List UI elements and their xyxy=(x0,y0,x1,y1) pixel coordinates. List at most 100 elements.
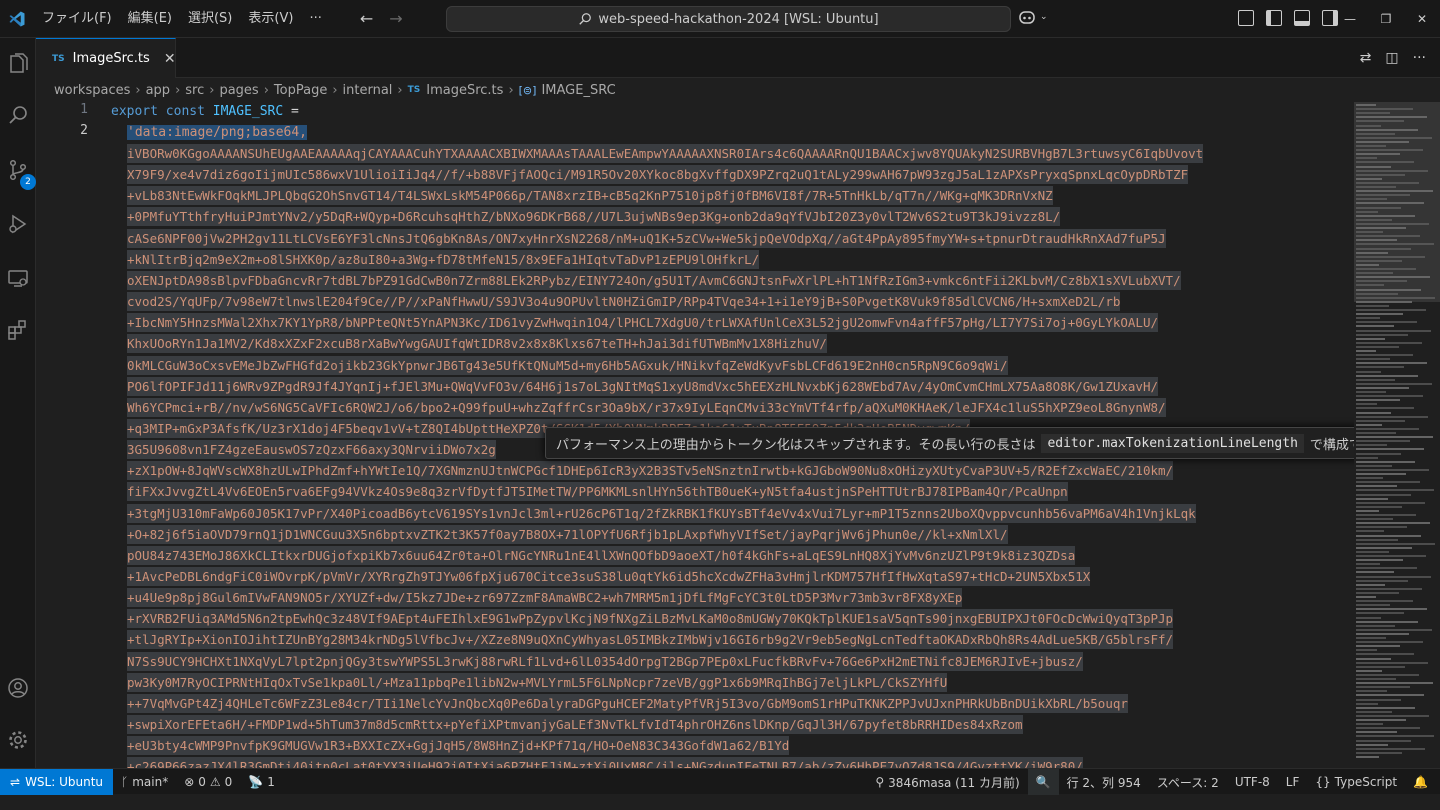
wrapped-data-line: oXENJptDA98sBlpvFDbaGncvRr7tdBL7bPZ91GdC… xyxy=(127,270,1181,290)
breadcrumb-file[interactable]: ImageSrc.ts xyxy=(426,83,503,98)
breadcrumb-symbol[interactable]: IMAGE_SRC xyxy=(541,83,615,98)
wrapped-data-line: PO6lfOPIFJd11j6WRv9ZPgdR9Jf4JYqnIj+fJEl3… xyxy=(127,376,1159,396)
compare-changes-icon[interactable]: ⇄ xyxy=(1360,50,1372,66)
language-mode[interactable]: {} TypeScript xyxy=(1307,769,1405,795)
menu-selection[interactable]: 選択(S) xyxy=(180,0,240,38)
menu-view[interactable]: 表示(V) xyxy=(240,0,301,38)
minimap-line xyxy=(1356,161,1414,164)
code-editor[interactable]: 1 2 export const IMAGE_SRC = 'data:image… xyxy=(36,102,1354,768)
zoom-icon: 🔍 xyxy=(1035,775,1051,789)
cursor-position[interactable]: 行 2、列 954 xyxy=(1059,769,1149,795)
minimap-line xyxy=(1356,325,1394,328)
minimap-line xyxy=(1356,157,1377,160)
minimap-line xyxy=(1356,427,1419,430)
menu-more[interactable]: ··· xyxy=(301,0,329,38)
menu-edit[interactable]: 編集(E) xyxy=(120,0,180,38)
toggle-primary-sidebar-icon[interactable] xyxy=(1266,10,1282,26)
breadcrumb-item[interactable]: src xyxy=(185,83,204,98)
minimap-line xyxy=(1356,645,1400,648)
remote-indicator[interactable]: ⇌ WSL: Ubuntu xyxy=(0,768,114,795)
minimap-line xyxy=(1356,206,1401,209)
chevron-right-icon: › xyxy=(508,82,514,98)
breadcrumb-item[interactable]: TopPage xyxy=(274,83,327,98)
title-bar: ファイル(F) 編集(E) 選択(S) 表示(V) ··· ← → web-sp… xyxy=(0,0,1440,38)
breadcrumb-item[interactable]: app xyxy=(146,83,170,98)
minimize-icon[interactable]: — xyxy=(1332,0,1368,38)
warning-count: 0 xyxy=(224,774,233,789)
encoding[interactable]: UTF-8 xyxy=(1227,769,1278,795)
problems-indicator[interactable]: ⊗ 0 ⚠ 0 xyxy=(176,769,240,795)
git-branch-icon: ᚴ xyxy=(121,774,129,789)
toggle-panel-icon[interactable] xyxy=(1294,10,1310,26)
minimap-line xyxy=(1356,136,1432,139)
nav-arrows: ← → xyxy=(360,9,403,28)
minimap-line xyxy=(1356,719,1406,721)
minimap[interactable] xyxy=(1354,102,1440,768)
ports-count: 1 xyxy=(267,774,275,789)
code-line-1: export const IMAGE_SRC = xyxy=(111,102,299,121)
minimap-line xyxy=(1356,591,1399,594)
minimap-line xyxy=(1356,415,1428,418)
minimap-line xyxy=(1356,436,1433,439)
minimap-line xyxy=(1356,665,1405,668)
minimap-line xyxy=(1356,694,1424,697)
end-of-line[interactable]: LF xyxy=(1278,769,1308,795)
run-debug-icon[interactable] xyxy=(0,206,36,242)
split-editor-icon[interactable]: ◫ xyxy=(1385,50,1398,66)
breadcrumb-item[interactable]: pages xyxy=(219,83,258,98)
close-icon[interactable]: ✕ xyxy=(164,51,176,67)
tab-imagesrc[interactable]: TS ImageSrc.ts ✕ xyxy=(36,38,176,78)
breadcrumb-item[interactable]: internal xyxy=(343,83,393,98)
ports-indicator[interactable]: 📡 1 xyxy=(240,769,283,795)
minimap-line xyxy=(1356,632,1409,635)
minimap-line xyxy=(1356,522,1430,525)
minimap-line xyxy=(1356,218,1392,221)
forward-arrow-icon[interactable]: → xyxy=(389,9,402,28)
source-control-icon[interactable]: 2 xyxy=(0,152,36,190)
customize-layout-icon[interactable] xyxy=(1238,10,1254,26)
wrapped-data-line: 3G5U9608vn1FZ4gzeEauswOS7zQzxF66axy3QNrv… xyxy=(127,440,496,460)
search-view-icon[interactable] xyxy=(0,98,36,134)
minimap-line xyxy=(1356,518,1393,521)
more-actions-icon[interactable]: ··· xyxy=(1413,50,1426,66)
wrapped-data-line: +tlJgRYIp+XionIOJihtIZUnBYg28M34krNDg5lV… xyxy=(127,630,1174,650)
minimap-line xyxy=(1356,124,1381,127)
line-number: 1 xyxy=(80,102,88,117)
error-count: 0 xyxy=(198,774,206,789)
minimap-line xyxy=(1356,596,1376,598)
keyword-token: const xyxy=(165,104,205,119)
notifications-bell-icon[interactable]: 🔔 xyxy=(1405,769,1436,795)
wrapped-data-line: +rXVRB2FUiq3AMd5N6n2tpEwhQc3z48VIf9AEpt4… xyxy=(127,609,1174,629)
indentation[interactable]: スペース: 2 xyxy=(1149,769,1227,795)
back-arrow-icon[interactable]: ← xyxy=(360,9,373,28)
minimap-line xyxy=(1356,608,1427,611)
minimap-line xyxy=(1356,395,1423,398)
breadcrumb-item[interactable]: workspaces xyxy=(54,83,130,98)
git-blame-indicator[interactable]: ⚲ 3846masa (11 カ月前) xyxy=(867,769,1027,795)
copilot-button[interactable]: ⌄ xyxy=(1018,9,1048,25)
minimap-line xyxy=(1356,321,1417,324)
minimap-line xyxy=(1356,403,1377,406)
zoom-indicator[interactable]: 🔍 xyxy=(1027,769,1059,795)
hover-setting-code[interactable]: editor.maxTokenizationLineLength xyxy=(1041,433,1304,453)
close-window-icon[interactable]: ✕ xyxy=(1404,0,1440,38)
accounts-icon[interactable] xyxy=(0,670,36,706)
command-center-search[interactable]: web-speed-hackathon-2024 [WSL: Ubuntu] xyxy=(446,6,1011,32)
restore-icon[interactable]: ❐ xyxy=(1368,0,1404,38)
activity-bar: 2 xyxy=(0,38,36,768)
minimap-line xyxy=(1356,493,1411,496)
minimap-line xyxy=(1356,497,1388,500)
typescript-file-icon: TS xyxy=(52,53,65,64)
menu-file[interactable]: ファイル(F) xyxy=(34,0,120,38)
minimap-line xyxy=(1356,489,1434,492)
minimap-line xyxy=(1356,673,1419,676)
minimap-line xyxy=(1356,169,1428,172)
remote-explorer-icon[interactable] xyxy=(0,260,36,296)
explorer-icon[interactable] xyxy=(0,46,36,82)
code-line-2: 'data:image/png;base64, xyxy=(127,123,308,142)
settings-gear-icon[interactable] xyxy=(0,722,36,758)
extensions-icon[interactable] xyxy=(0,312,36,348)
minimap-line xyxy=(1356,755,1379,758)
branch-indicator[interactable]: ᚴ main* xyxy=(113,769,176,795)
minimap-line xyxy=(1356,509,1379,512)
